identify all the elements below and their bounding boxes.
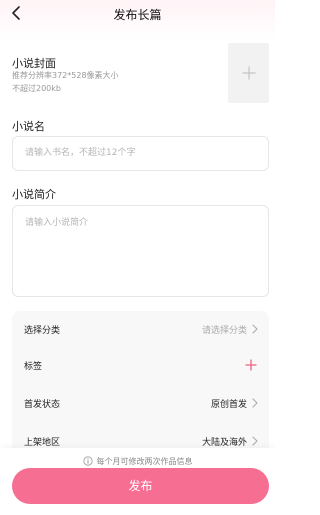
cover-label: 小说封面 <box>12 57 56 70</box>
chevron-right-icon <box>251 324 259 334</box>
publish-page: 发布长篇 小说封面 推荐分辨率372*528像素大小 不超过200kb 小说名 … <box>0 0 275 515</box>
tags-label: 标签 <box>24 362 43 372</box>
cover-hint-size: 不超过200kb <box>12 84 61 93</box>
edit-notice: 每个月可修改两次作品信息 <box>0 456 275 467</box>
book-name-label: 小说名 <box>12 120 45 133</box>
chevron-right-icon <box>251 398 259 408</box>
region-value: 大陆及海外 <box>201 438 247 448</box>
category-label: 选择分类 <box>24 326 61 336</box>
settings-card: 选择分类 请选择分类 标签 首发状态 原创首发 上架地区 大陆及海外 <box>12 311 269 456</box>
plus-icon <box>241 66 256 80</box>
info-icon <box>82 456 93 466</box>
page-title: 发布长篇 <box>113 8 162 22</box>
cover-hint-resolution: 推荐分辨率372*528像素大小 <box>12 71 119 80</box>
first-publish-label: 首发状态 <box>24 400 61 410</box>
first-publish-value: 原创首发 <box>210 400 247 410</box>
region-label: 上架地区 <box>24 438 61 448</box>
cover-upload-button[interactable] <box>228 43 269 103</box>
book-name-input[interactable]: 请输入书名，不超过12个字 <box>12 136 269 171</box>
edit-notice-text: 每个月可修改两次作品信息 <box>96 457 193 466</box>
book-intro-label: 小说简介 <box>12 188 56 201</box>
category-value: 请选择分类 <box>201 326 247 336</box>
chevron-right-icon <box>251 436 259 446</box>
publish-button[interactable]: 发布 <box>12 468 269 504</box>
category-row[interactable]: 选择分类 请选择分类 <box>12 311 269 349</box>
first-publish-row[interactable]: 首发状态 原创首发 <box>12 385 269 423</box>
book-intro-textarea[interactable]: 请输入小说简介 <box>12 205 269 297</box>
top-bar: 发布长篇 <box>0 0 275 30</box>
bottom-bar: 每个月可修改两次作品信息 发布 <box>0 448 275 515</box>
tags-row[interactable]: 标签 <box>12 347 269 385</box>
plus-icon[interactable] <box>245 359 257 371</box>
